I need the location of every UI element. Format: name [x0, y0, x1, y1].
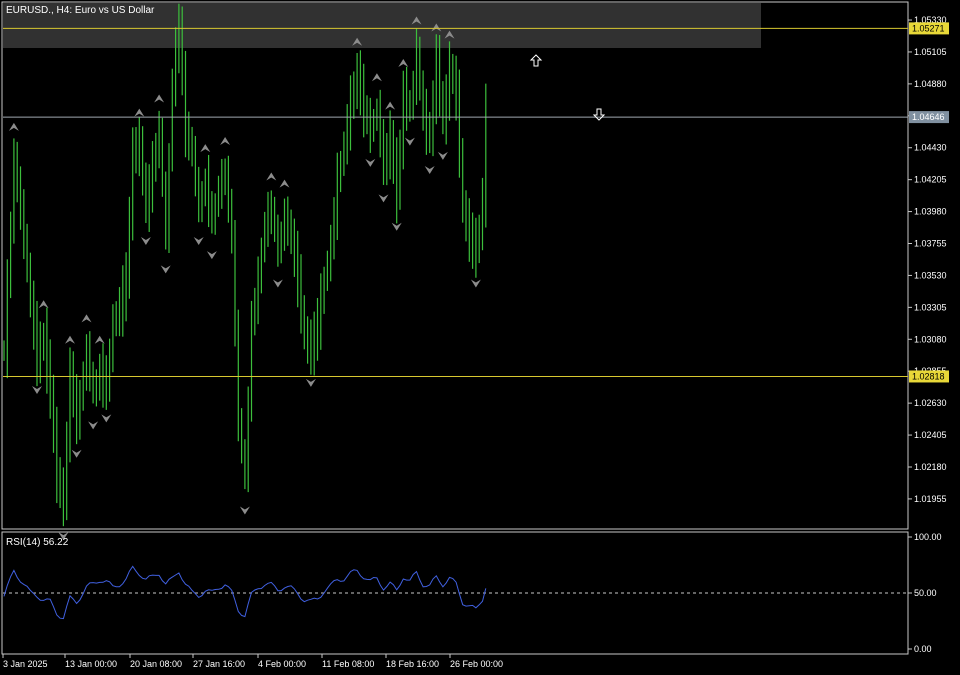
price-tick-label: 1.03305 [914, 302, 947, 312]
trading-chart[interactable]: 1.053301.051051.048801.046551.044301.042… [0, 0, 960, 675]
time-tick-label: 18 Feb 16:00 [386, 659, 439, 669]
rsi-label: RSI(14) 56.22 [6, 537, 69, 548]
price-tick-label: 1.03980 [914, 207, 947, 217]
time-tick-label: 20 Jan 08:00 [130, 659, 182, 669]
price-tick-label: 1.02630 [914, 398, 947, 408]
price-tick-label: 1.04880 [914, 79, 947, 89]
time-tick-label: 26 Feb 00:00 [450, 659, 503, 669]
rsi-tick-label: 100.00 [914, 532, 942, 542]
time-tick-label: 11 Feb 08:00 [322, 659, 374, 669]
level-label-lower: 1.02818 [912, 371, 945, 381]
time-tick-label: 4 Feb 00:00 [258, 659, 306, 669]
time-tick-label: 3 Jan 2025 [3, 659, 48, 669]
chart-title: EURUSD., H4: Euro vs US Dollar [6, 5, 155, 16]
price-tick-label: 1.03080 [914, 334, 947, 344]
price-tick-label: 1.02405 [914, 430, 947, 440]
rsi-tick-label: 50.00 [914, 588, 937, 598]
price-tick-label: 1.04205 [914, 175, 947, 185]
price-tick-label: 1.01955 [914, 494, 947, 504]
time-tick-label: 27 Jan 16:00 [193, 659, 245, 669]
price-tick-label: 1.04430 [914, 143, 947, 153]
price-tick-label: 1.05105 [914, 47, 947, 57]
price-tick-label: 1.03755 [914, 239, 947, 249]
rsi-tick-label: 0.00 [914, 644, 932, 654]
level-label-current: 1.04646 [912, 112, 945, 122]
price-tick-label: 1.03530 [914, 270, 947, 280]
level-label-upper: 1.05271 [912, 23, 945, 33]
time-tick-label: 13 Jan 00:00 [65, 659, 117, 669]
price-panel[interactable] [1, 1, 909, 530]
price-tick-label: 1.02180 [914, 462, 947, 472]
